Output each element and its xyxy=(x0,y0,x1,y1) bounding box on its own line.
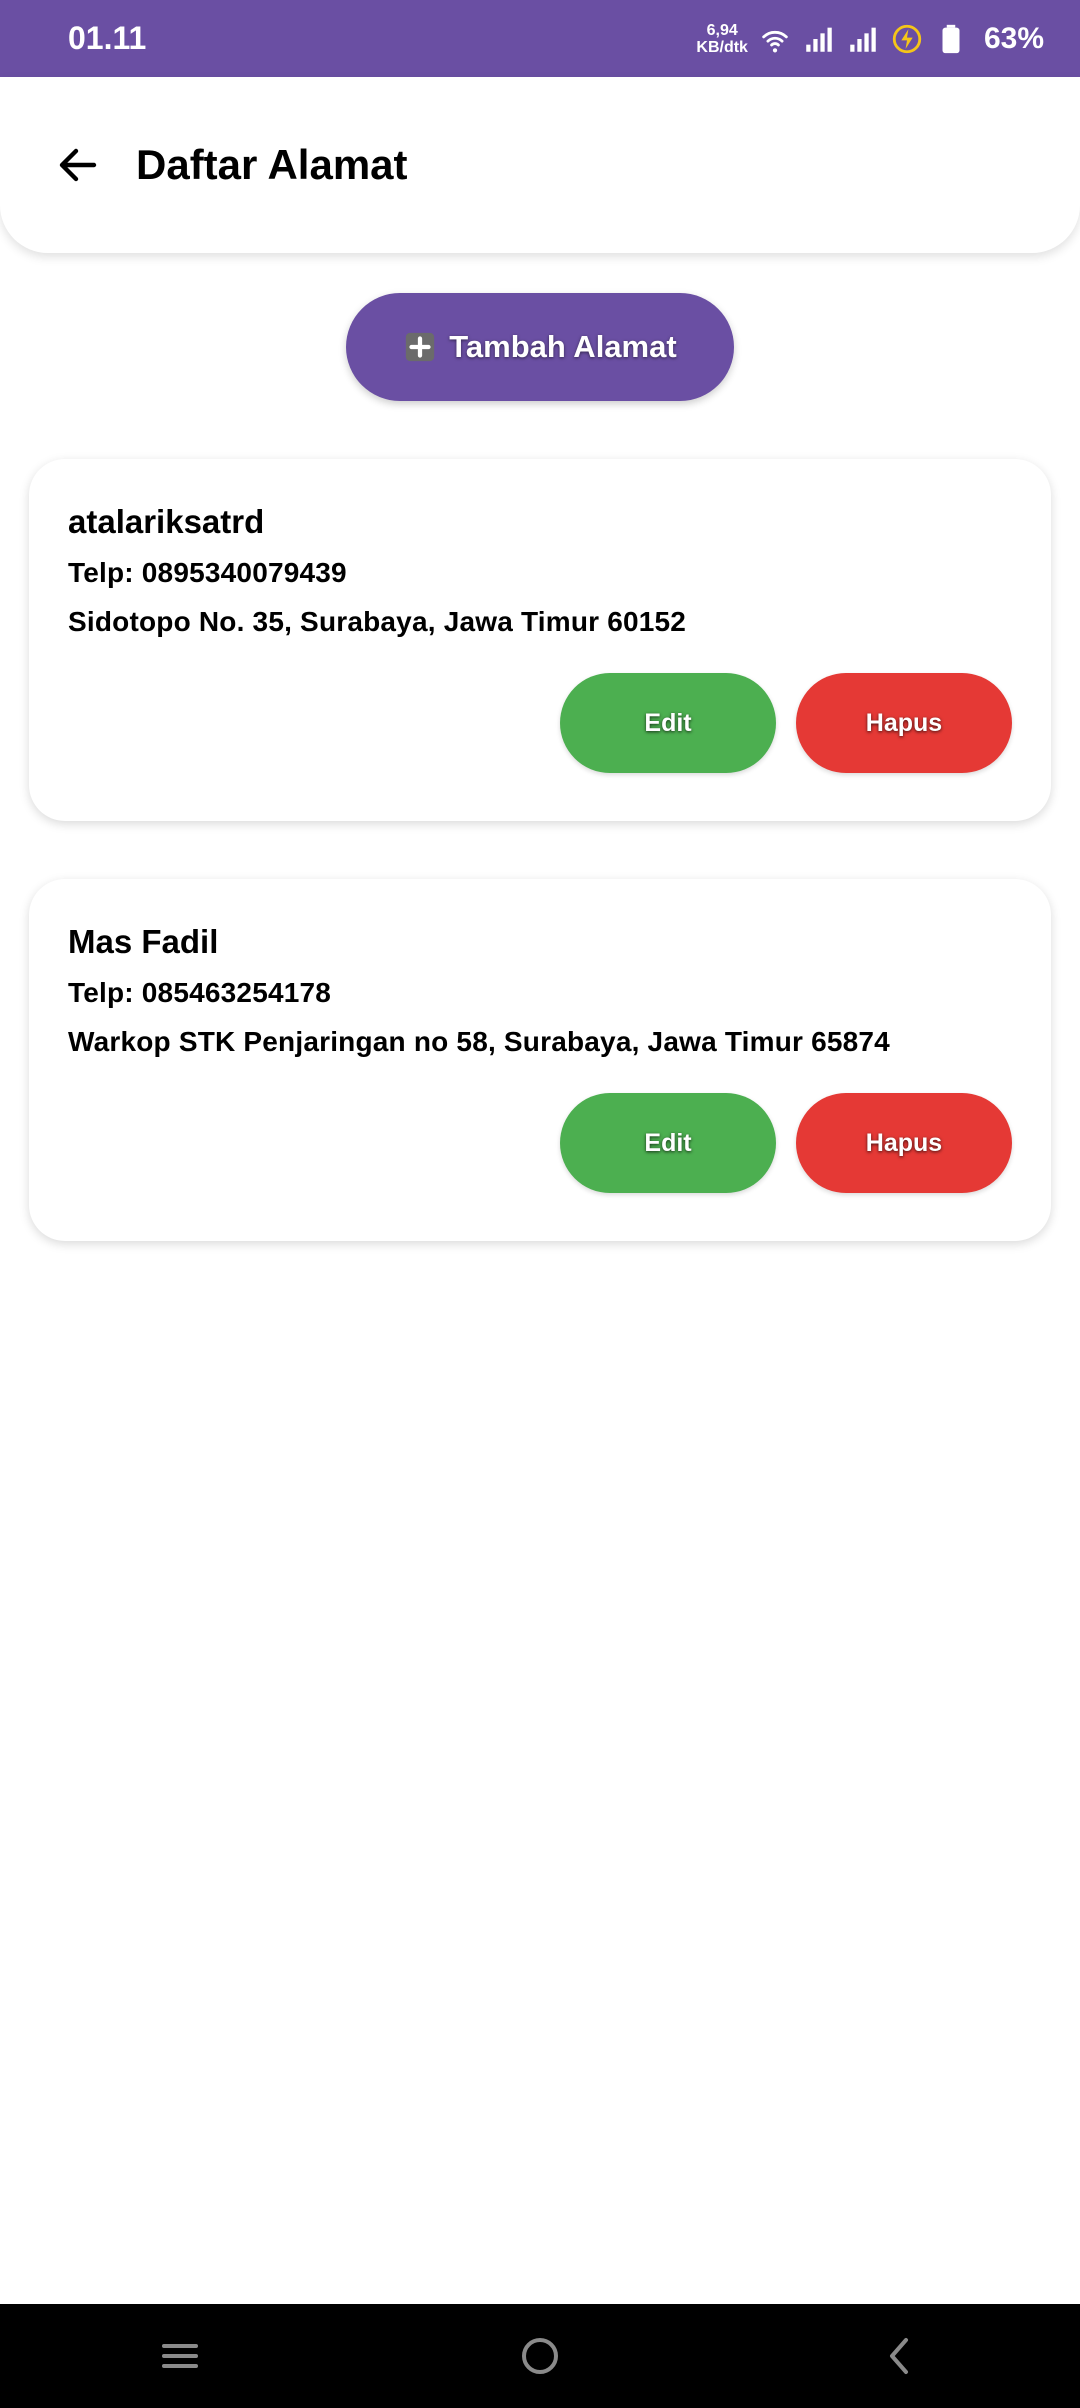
address-text: Sidotopo No. 35, Surabaya, Jawa Timur 60… xyxy=(68,606,687,637)
add-address-button[interactable]: Tambah Alamat xyxy=(346,293,734,401)
address-actions: Edit Hapus xyxy=(560,1093,1012,1193)
address-phone: Telp: 085463254178 xyxy=(68,977,332,1008)
address-text: Warkop STK Penjaringan no 58, Surabaya, … xyxy=(68,1026,890,1057)
back-chevron-icon xyxy=(890,2338,908,2374)
address-phone: Telp: 0895340079439 xyxy=(68,557,347,588)
back-arrow-icon[interactable] xyxy=(54,141,102,189)
app-bar: Daftar Alamat xyxy=(0,77,1080,253)
status-time: 01.11 xyxy=(68,20,147,56)
status-bar: 01.11 6,94 KB/dtk 63% xyxy=(0,0,1080,77)
battery-saver-icon xyxy=(892,24,922,53)
address-card: atalariksatrd Telp: 0895340079439 Sidoto… xyxy=(29,459,1051,821)
battery-icon xyxy=(942,24,960,53)
nav-recents-button[interactable] xyxy=(150,2326,210,2386)
plus-icon xyxy=(406,332,435,362)
delete-button[interactable]: Hapus xyxy=(796,1093,1012,1193)
battery-percentage: 63% xyxy=(983,21,1044,55)
delete-button[interactable]: Hapus xyxy=(796,673,1012,773)
signal-icon xyxy=(850,27,876,52)
address-card: Mas Fadil Telp: 085463254178 Warkop STK … xyxy=(29,879,1051,1241)
page-title: Daftar Alamat xyxy=(136,141,408,188)
address-recipient-name: atalariksatrd xyxy=(68,503,265,540)
system-navigation-bar xyxy=(0,2304,1080,2408)
network-speed-value: 6,94 xyxy=(706,21,738,39)
home-circle-icon xyxy=(522,2338,558,2374)
wifi-icon xyxy=(762,30,788,52)
nav-home-button[interactable] xyxy=(510,2326,570,2386)
signal-icon xyxy=(806,27,832,52)
address-actions: Edit Hapus xyxy=(560,673,1012,773)
network-speed-unit: KB/dtk xyxy=(696,38,748,56)
menu-icon xyxy=(162,2344,198,2368)
address-recipient-name: Mas Fadil xyxy=(68,923,219,960)
edit-button[interactable]: Edit xyxy=(560,673,776,773)
status-icons: 6,94 KB/dtk 63% xyxy=(696,22,1044,56)
nav-back-button[interactable] xyxy=(870,2326,930,2386)
edit-button[interactable]: Edit xyxy=(560,1093,776,1193)
add-address-label: Tambah Alamat xyxy=(449,329,677,364)
network-speed: 6,94 KB/dtk xyxy=(696,22,748,56)
